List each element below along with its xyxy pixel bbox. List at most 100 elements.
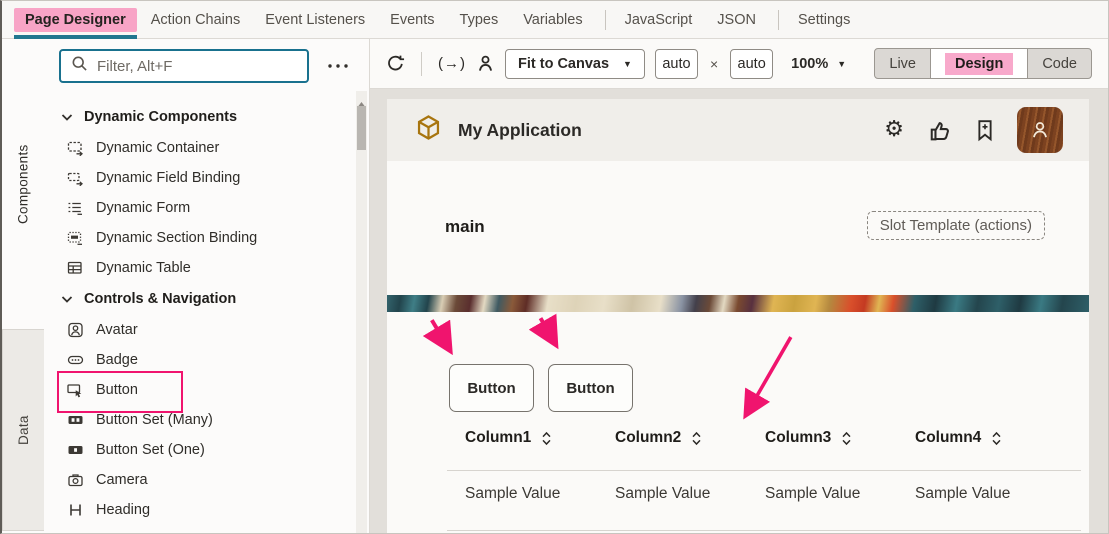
section-title: Dynamic Components <box>84 109 237 125</box>
top-tab-events[interactable]: Events <box>379 8 445 32</box>
fit-to-canvas-dropdown[interactable]: Fit to Canvas ▼ <box>505 49 645 79</box>
top-tab-action-chains[interactable]: Action Chains <box>140 8 251 32</box>
top-tab-json[interactable]: JSON <box>706 8 767 32</box>
column-label: Column3 <box>765 429 831 447</box>
top-tab-separator <box>778 10 779 30</box>
component-item-camera[interactable]: Camera <box>44 465 355 495</box>
page-title[interactable]: main <box>445 217 485 237</box>
canvas-toolbar: (→) Fit to Canvas ▼ × 100% ▼ LiveDesignC… <box>370 39 1108 89</box>
table-divider <box>447 470 1081 471</box>
user-persona-icon[interactable] <box>476 54 495 73</box>
components-panel: Dynamic ComponentsDynamic ContainerDynam… <box>44 39 370 533</box>
table-row: Sample ValueSample ValueSample ValueSamp… <box>465 485 1065 503</box>
component-filter-input[interactable] <box>97 58 297 75</box>
chevron-down-icon: ▼ <box>623 59 632 69</box>
chevron-down-icon <box>59 109 75 125</box>
component-item-label: Camera <box>96 472 148 488</box>
section-title: Controls & Navigation <box>84 291 236 307</box>
canvas-viewport: My Application ⚙ main <box>370 89 1108 533</box>
mode-button-label: Live <box>889 56 916 72</box>
table-column-header-column1[interactable]: Column1 <box>465 429 615 447</box>
live-expression-icon[interactable]: (→) <box>438 55 466 72</box>
component-section-controls-navigation[interactable]: Controls & Navigation <box>44 283 355 315</box>
table-cell: Sample Value <box>765 485 915 503</box>
component-item-highlight-text[interactable]: AHighlight Text <box>44 525 355 533</box>
avatar[interactable] <box>1017 107 1063 153</box>
component-item-label: Button <box>96 382 138 398</box>
mode-button-label: Design <box>945 53 1013 75</box>
table-column-header-column2[interactable]: Column2 <box>615 429 765 447</box>
tab-data[interactable]: Data <box>2 329 44 531</box>
camera-icon <box>67 472 84 488</box>
component-item-dynamic-form[interactable]: Dynamic Form <box>44 193 355 223</box>
zoom-value: 100% <box>791 56 828 72</box>
table-cell: Sample Value <box>615 485 765 503</box>
thumbs-up-icon[interactable] <box>928 119 951 142</box>
panel-scrollbar[interactable] <box>356 91 367 533</box>
column-label: Column1 <box>465 429 531 447</box>
top-tab-settings[interactable]: Settings <box>787 8 861 32</box>
toolbar-divider <box>421 52 422 76</box>
top-tab-separator <box>605 10 606 30</box>
top-tab-event-listeners[interactable]: Event Listeners <box>254 8 376 32</box>
app-preview-header[interactable]: My Application ⚙ <box>387 99 1089 161</box>
chevron-down-icon <box>59 291 75 307</box>
component-item-dynamic-field-binding[interactable]: Dynamic Field Binding <box>44 163 355 193</box>
button-set-one-icon <box>67 442 84 458</box>
page-designer-window: Page DesignerAction ChainsEvent Listener… <box>0 0 1109 534</box>
heading-icon <box>67 502 84 518</box>
table-column-header-column4[interactable]: Column4 <box>915 429 1065 447</box>
preview-button-2[interactable]: Button <box>548 364 633 412</box>
side-tab-strip: Components Data <box>2 39 44 533</box>
component-item-dynamic-section-binding[interactable]: Dynamic Section Binding <box>44 223 355 253</box>
app-logo-icon <box>415 114 442 146</box>
sort-icon[interactable] <box>541 431 552 446</box>
component-item-label: Avatar <box>96 322 138 338</box>
component-item-heading[interactable]: Heading <box>44 495 355 525</box>
overflow-menu-icon[interactable] <box>327 63 349 69</box>
component-section-dynamic-components[interactable]: Dynamic Components <box>44 101 355 133</box>
component-item-label: Heading <box>96 502 150 518</box>
table-column-header-column3[interactable]: Column3 <box>765 429 915 447</box>
component-item-label: Button Set (One) <box>96 442 205 458</box>
top-tab-javascript[interactable]: JavaScript <box>614 8 704 32</box>
component-item-button-set-one-[interactable]: Button Set (One) <box>44 435 355 465</box>
component-item-button[interactable]: Button <box>44 375 355 405</box>
top-tab-variables[interactable]: Variables <box>512 8 593 32</box>
component-item-label: Highlight Text <box>96 532 183 533</box>
avatar-icon <box>67 322 84 338</box>
canvas-area: (→) Fit to Canvas ▼ × 100% ▼ LiveDesignC… <box>370 39 1108 533</box>
canvas-width-input[interactable] <box>655 49 698 79</box>
refresh-icon[interactable] <box>386 54 405 73</box>
design-surface[interactable]: My Application ⚙ main <box>387 99 1089 533</box>
tab-components[interactable]: Components <box>2 39 44 329</box>
canvas-height-input[interactable] <box>730 49 773 79</box>
bookmark-icon[interactable] <box>975 119 995 142</box>
component-item-label: Badge <box>96 352 138 368</box>
sort-icon[interactable] <box>691 431 702 446</box>
component-item-dynamic-container[interactable]: Dynamic Container <box>44 133 355 163</box>
button-icon <box>67 382 84 398</box>
table-cell: Sample Value <box>915 485 1065 503</box>
top-tab-page-designer[interactable]: Page Designer <box>14 8 137 32</box>
sort-icon[interactable] <box>841 431 852 446</box>
dynamic-table-icon <box>67 260 84 276</box>
slot-template-actions[interactable]: Slot Template (actions) <box>867 211 1045 240</box>
zoom-dropdown[interactable]: 100% ▼ <box>791 56 846 72</box>
table-cell: Sample Value <box>465 485 615 503</box>
preview-button-1[interactable]: Button <box>449 364 534 412</box>
component-filter-box <box>59 49 309 83</box>
mode-button-design[interactable]: Design <box>930 48 1028 79</box>
component-item-avatar[interactable]: Avatar <box>44 315 355 345</box>
gear-icon[interactable]: ⚙ <box>884 119 904 141</box>
column-label: Column2 <box>615 429 681 447</box>
mode-button-live[interactable]: Live <box>874 48 931 79</box>
mode-button-code[interactable]: Code <box>1027 48 1092 79</box>
sort-icon[interactable] <box>991 431 1002 446</box>
component-item-dynamic-table[interactable]: Dynamic Table <box>44 253 355 283</box>
button-set-many-icon <box>67 412 84 428</box>
top-tab-types[interactable]: Types <box>449 8 510 32</box>
scrollbar-thumb[interactable] <box>357 106 366 150</box>
component-item-label: Dynamic Table <box>96 260 191 276</box>
dynamic-form-icon <box>67 200 84 216</box>
